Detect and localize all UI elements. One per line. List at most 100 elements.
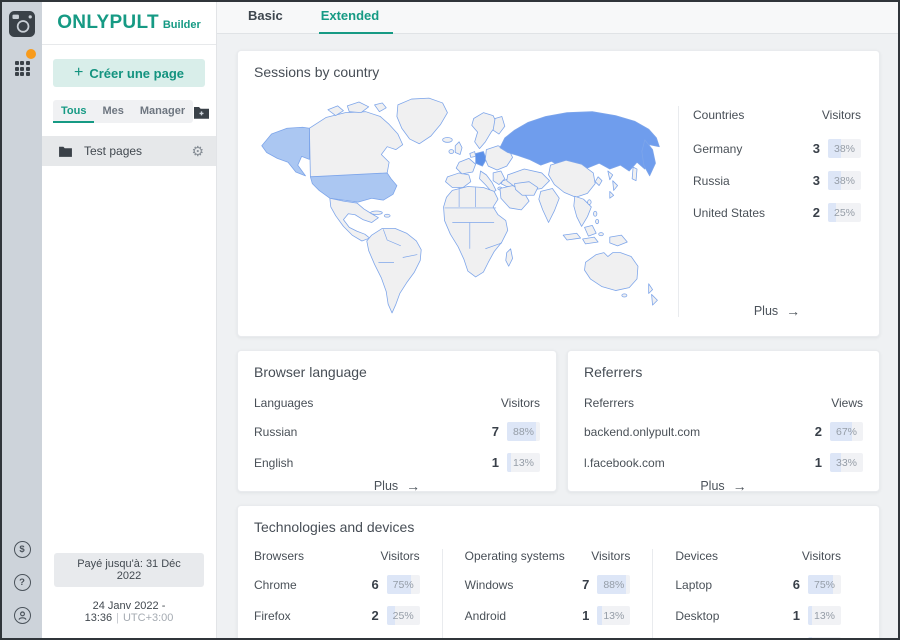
map-new-guinea xyxy=(610,235,627,246)
user-icon xyxy=(18,611,27,620)
add-folder-icon[interactable] xyxy=(193,105,210,119)
technologies-devices-card: Technologies and devices Browsers Visito… xyxy=(237,505,880,638)
card-title: Browser language xyxy=(254,364,540,380)
tab-basic[interactable]: Basic xyxy=(246,8,285,34)
table-header: Countries Visitors xyxy=(693,108,861,122)
sidebar-footer: Payé jusqu'à: 31 Déc 2022 24 Janv 2022 -… xyxy=(42,553,216,638)
visitors-count: 1 xyxy=(489,455,499,470)
table-row: Laptop 6 75% xyxy=(675,575,841,594)
arrow-right-icon: → xyxy=(786,303,800,319)
percent-badge: 38% xyxy=(828,139,861,158)
create-page-button[interactable]: + Créer une page xyxy=(53,59,205,87)
map-india xyxy=(539,188,559,222)
table-header: Languages Visitors xyxy=(254,396,540,410)
visitors-count: 7 xyxy=(489,424,499,439)
current-datetime: 24 Janv 2022 - 13:36|UTC+3:00 xyxy=(54,600,204,624)
filter-tab-mes[interactable]: Mes xyxy=(94,100,131,123)
apps-grid-icon[interactable] xyxy=(15,54,30,76)
visitors-count: 1 xyxy=(790,608,800,623)
app-window: $ ? ONLYPULT Builder + Créer une page To… xyxy=(0,0,900,640)
map-madagascar xyxy=(506,249,513,266)
card-title: Referrers xyxy=(584,364,863,380)
table-row: Mobile 1 13% xyxy=(675,637,841,638)
table-row: backend.onlypult.com 2 67% xyxy=(584,422,863,441)
plus-label: Plus xyxy=(374,479,398,493)
help-icon[interactable]: ? xyxy=(14,574,31,591)
datetime-separator: | xyxy=(116,612,119,624)
table-header: Operating systems Visitors xyxy=(465,549,631,563)
icon-rail: $ ? xyxy=(2,2,42,638)
instagram-app-icon[interactable] xyxy=(9,11,35,42)
col-visitors: Visitors xyxy=(591,549,630,563)
views-count: 1 xyxy=(812,455,822,470)
plus-label: Plus xyxy=(754,304,778,318)
language-name: Russian xyxy=(254,425,297,439)
table-row: l.facebook.com 1 33% xyxy=(584,453,863,472)
browser-name: Chrome xyxy=(254,578,297,592)
billing-icon[interactable]: $ xyxy=(14,541,31,558)
visitors-count: 6 xyxy=(369,577,379,592)
pages-filter-tabs: Tous Mes Manager xyxy=(53,100,193,123)
country-name: Germany xyxy=(693,142,742,156)
map-greenland xyxy=(397,98,448,144)
browser-name: Firefox xyxy=(254,609,291,623)
percent-badge: 13% xyxy=(808,606,841,625)
table-header: Devices Visitors xyxy=(675,549,841,563)
col-views: Views xyxy=(831,396,863,410)
world-map[interactable] xyxy=(254,80,678,323)
country-name: United States xyxy=(693,206,765,220)
account-icon[interactable] xyxy=(14,607,31,624)
plus-label: Plus xyxy=(700,479,724,493)
country-name: Russia xyxy=(693,174,730,188)
table-row: Germany 3 38% xyxy=(693,139,861,158)
table-row: Desktop 1 13% xyxy=(675,606,841,625)
app-logo: ONLYPULT Builder xyxy=(42,2,216,45)
map-country-germany[interactable] xyxy=(476,152,487,167)
map-country-usa[interactable] xyxy=(310,173,397,202)
col-visitors: Visitors xyxy=(822,108,861,122)
arrow-right-icon: → xyxy=(406,478,420,494)
percent-badge: 75% xyxy=(808,575,841,594)
table-row: Chrome 6 75% xyxy=(254,575,420,594)
map-country-russia[interactable] xyxy=(500,112,659,171)
gear-icon[interactable]: ⚙ xyxy=(191,144,204,158)
timezone-text: UTC+3:00 xyxy=(123,612,173,624)
col-languages: Languages xyxy=(254,396,313,410)
plus-link[interactable]: Plus → xyxy=(584,472,863,496)
col-visitors: Visitors xyxy=(381,549,420,563)
card-title: Technologies and devices xyxy=(254,519,863,535)
operating-systems-column: Operating systems Visitors Windows 7 88% xyxy=(442,549,653,638)
card-title: Sessions by country xyxy=(254,64,863,80)
visitors-count: 7 xyxy=(579,577,589,592)
map-country-alaska[interactable] xyxy=(262,127,310,176)
table-row: Firefox 2 25% xyxy=(254,606,420,625)
language-name: English xyxy=(254,456,293,470)
browser-language-card: Browser language Languages Visitors Russ… xyxy=(237,350,557,492)
visitors-count: 6 xyxy=(790,577,800,592)
percent-badge: 25% xyxy=(828,203,861,222)
os-name: Windows xyxy=(465,578,514,592)
sessions-by-country-card: Sessions by country xyxy=(237,50,880,337)
percent-badge: 38% xyxy=(828,171,861,190)
filter-tab-tous[interactable]: Tous xyxy=(53,100,94,123)
percent-badge: 88% xyxy=(597,575,630,594)
os-name: Android xyxy=(465,609,506,623)
table-row: Russian 7 88% xyxy=(254,422,540,441)
paid-until-badge: Payé jusqu'à: 31 Déc 2022 xyxy=(54,553,204,587)
sidebar-item-test-pages[interactable]: Test pages ⚙ xyxy=(42,136,216,166)
notification-dot xyxy=(26,49,36,59)
logo-brand: ONLYPULT xyxy=(57,12,159,34)
percent-badge: 25% xyxy=(387,606,420,625)
plus-link[interactable]: Plus → xyxy=(254,472,540,496)
plus-link[interactable]: Plus → xyxy=(693,297,861,321)
col-countries: Countries xyxy=(693,108,744,122)
instagram-camera-icon xyxy=(9,11,35,37)
referrers-card: Referrers Referrers Views backend.onlypu… xyxy=(567,350,880,492)
table-header: Referrers Views xyxy=(584,396,863,410)
create-page-label: Créer une page xyxy=(89,66,184,81)
filter-tab-manager[interactable]: Manager xyxy=(132,100,193,123)
visitors-count: 3 xyxy=(810,141,820,156)
table-header: Browsers Visitors xyxy=(254,549,420,563)
col-visitors: Visitors xyxy=(501,396,540,410)
tab-extended[interactable]: Extended xyxy=(319,8,394,34)
